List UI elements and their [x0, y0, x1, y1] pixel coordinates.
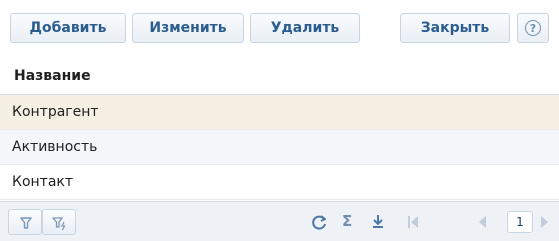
footer-toolbar: Σ 1 [0, 201, 559, 241]
add-button[interactable]: Добавить [10, 13, 126, 43]
next-page-icon[interactable] [539, 214, 551, 230]
filter-button[interactable] [8, 209, 42, 235]
row-cell: Контакт [12, 174, 74, 190]
lookup-panel: Добавить Изменить Удалить Закрыть ? Назв… [0, 0, 559, 241]
export-icon[interactable] [370, 213, 386, 231]
prev-page-icon[interactable] [476, 214, 488, 230]
table-row[interactable]: Активность [0, 130, 559, 165]
delete-button[interactable]: Удалить [250, 13, 360, 43]
table-row[interactable]: Контакт [0, 165, 559, 200]
clear-filter-button[interactable] [42, 209, 76, 235]
close-button[interactable]: Закрыть [400, 13, 510, 43]
page-number-input[interactable]: 1 [507, 211, 533, 233]
table-row[interactable]: Контрагент [0, 95, 559, 130]
sum-icon[interactable]: Σ [342, 212, 352, 230]
column-header-name[interactable]: Название [14, 68, 91, 84]
table-header: Название [0, 58, 559, 95]
row-cell: Активность [12, 139, 98, 155]
filter-clear-icon [52, 217, 66, 231]
filter-icon [20, 217, 32, 229]
edit-button[interactable]: Изменить [132, 13, 244, 43]
row-cell: Контрагент [12, 104, 99, 120]
refresh-icon[interactable] [310, 213, 328, 231]
help-button[interactable]: ? [517, 13, 549, 43]
help-icon: ? [525, 20, 541, 36]
first-page-icon[interactable] [406, 214, 420, 230]
